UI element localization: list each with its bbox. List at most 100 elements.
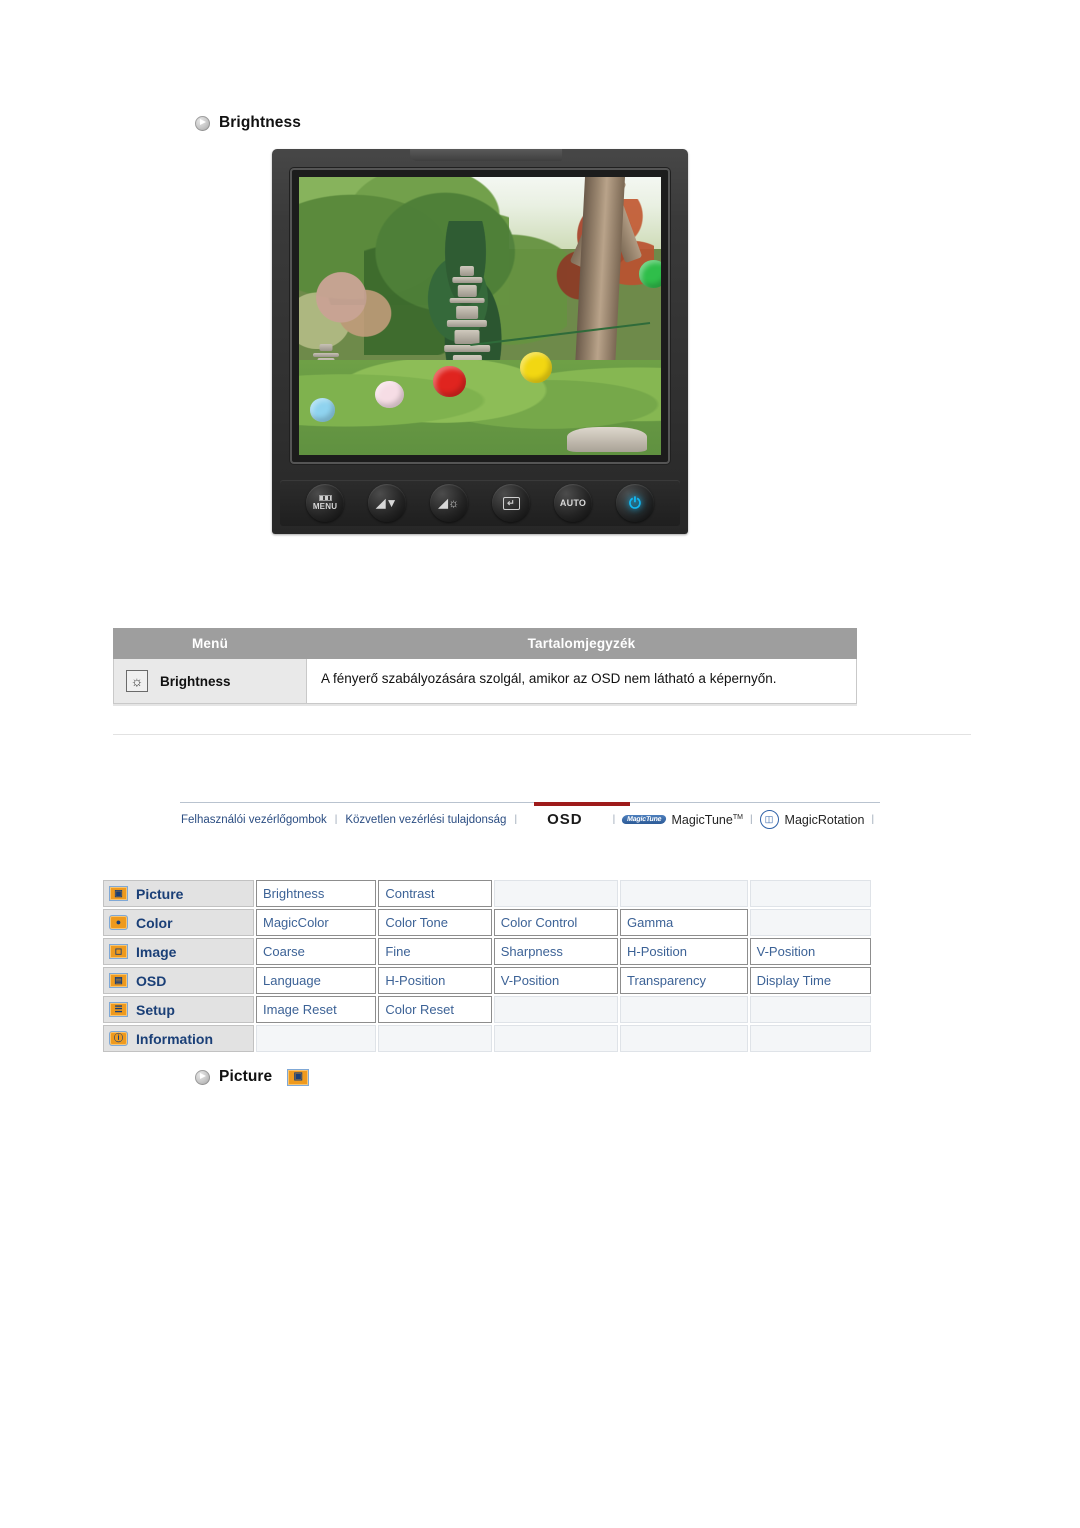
enter-arrow-icon: ↵ [502,496,520,510]
menu-item-color-reset[interactable]: Color Reset [378,996,492,1023]
menu-category-label: Information [136,1030,213,1047]
navbar-active-indicator [534,802,630,806]
nav-item-user-controls[interactable]: Felhasználói vezérlőgombok [180,814,328,826]
auto-button[interactable]: AUTO [554,484,592,522]
menu-category-osd[interactable]: ▤ OSD [103,967,254,994]
nav-separator: | [871,814,875,825]
menu-item-empty [378,1025,492,1052]
menu-item-color-tone[interactable]: Color Tone [378,909,492,936]
nav-item-osd[interactable]: OSD [546,811,584,828]
menu-item-transparency[interactable]: Transparency [620,967,748,994]
menu-item-h-position[interactable]: H-Position [378,967,492,994]
menu-button-label: MENU [312,501,338,511]
bullet-arrow-icon [195,115,210,131]
menu-item-contrast[interactable]: Contrast [378,880,492,907]
blue-lantern [309,398,336,422]
section-navbar: Felhasználói vezérlőgombok | Közvetlen v… [180,802,880,836]
brightness-description-table: Menü Tartalomjegyzék ☼ Brightness A fény… [113,628,857,704]
brightness-sun-icon: ◢☼ [438,496,460,510]
monitor-illustration: MENU ◢▼ ◢☼ ↵ AUTO ⏻ [272,149,688,534]
osd-menu-grid: ▣ Picture Brightness Contrast ● Color Ma… [101,878,873,1054]
menu-item-gamma[interactable]: Gamma [620,909,748,936]
brightness-icon: ☼ [126,670,148,692]
menu-item-empty [620,996,748,1023]
menu-item-empty [256,1025,377,1052]
menu-category-label: OSD [136,972,167,989]
power-button[interactable]: ⏻ [616,484,654,522]
picture-section-heading: Picture ▣ [195,1068,310,1086]
section-divider [113,734,971,735]
osd-icon: ▤ [109,973,128,988]
navbar-top-line [180,802,880,803]
menu-category-label: Setup [136,1001,175,1018]
menu-item-h-position[interactable]: H-Position [620,938,748,965]
picture-icon: ▣ [109,886,128,901]
menu-item-coarse[interactable]: Coarse [256,938,377,965]
menu-category-label: Color [136,914,173,931]
power-icon: ⏻ [628,494,642,512]
setup-icon: ☰ [109,1002,128,1017]
menu-item-display-time[interactable]: Display Time [749,967,871,994]
bullet-arrow-icon [195,1069,210,1085]
menu-item-empty [749,1025,871,1052]
menu-item-empty [493,1025,619,1052]
wave-down-icon: ◢▼ [376,496,398,510]
nav-separator: | [334,814,338,825]
menu-item-fine[interactable]: Fine [378,938,492,965]
nav-item-direct-control[interactable]: Közvetlen vezérlési tulajdonság [344,814,507,826]
menu-category-picture[interactable]: ▣ Picture [103,880,254,907]
menu-item-empty [620,880,748,907]
menu-item-brightness[interactable]: Brightness [256,880,377,907]
monitor-bezel [290,168,670,464]
monitor-screen [299,177,661,455]
nav-separator: | [514,814,518,825]
menu-category-information[interactable]: ⓘ Information [103,1025,254,1052]
magictune-logo-icon: MagicTune [621,815,668,824]
brightness-section-heading: Brightness [195,114,301,132]
menu-item-empty [749,880,871,907]
menu-item-empty [493,996,619,1023]
desc-header-contents: Tartalomjegyzék [306,628,857,659]
pink-lantern [375,380,404,408]
menu-button[interactable]: MENU [306,484,344,522]
menu-category-label: Picture [136,885,184,902]
nav-item-magictune-label: MagicTune [671,812,733,827]
brightness-button[interactable]: ◢☼ [430,484,468,522]
picture-icon: ▣ [287,1068,310,1086]
red-lantern [432,365,466,397]
menu-item-image-reset[interactable]: Image Reset [256,996,377,1023]
auto-button-label: AUTO [559,498,587,509]
menu-item-sharpness[interactable]: Sharpness [493,938,619,965]
menu-item-empty [749,996,871,1023]
menu-grid-row: ⓘ Information [103,1025,871,1052]
menu-item-magiccolor[interactable]: MagicColor [256,909,377,936]
menu-item-empty [620,1025,748,1052]
menu-item-empty [749,909,871,936]
menu-grid-row: ☰ Setup Image Reset Color Reset [103,996,871,1023]
menu-item-color-control[interactable]: Color Control [493,909,619,936]
menu-category-label: Image [136,943,177,960]
desc-table-header-row: Menü Tartalomjegyzék [113,628,857,659]
magicrotation-logo-icon: ◫ [759,810,779,829]
yellow-lantern [519,351,553,383]
down-button[interactable]: ◢▼ [368,484,406,522]
nav-item-magicrotation[interactable]: MagicRotation [785,813,865,827]
menu-category-image[interactable]: ◻ Image [103,938,254,965]
monitor-top-notch [410,149,563,161]
desc-header-menu: Menü [113,628,307,659]
menu-item-v-position[interactable]: V-Position [493,967,619,994]
nav-separator: | [612,814,616,825]
enter-button[interactable]: ↵ [492,484,530,522]
information-icon: ⓘ [109,1031,128,1046]
menu-item-empty [493,880,619,907]
menu-category-color[interactable]: ● Color [103,909,254,936]
menu-category-setup[interactable]: ☰ Setup [103,996,254,1023]
menu-item-language[interactable]: Language [256,967,377,994]
desc-contents-cell: A fényerő szabályozására szolgál, amikor… [306,658,857,704]
color-icon: ● [109,915,128,930]
nav-item-magictune[interactable]: MagicTuneTM [671,813,742,827]
magictune-tm-mark: TM [732,813,743,821]
monitor-control-strip: MENU ◢▼ ◢☼ ↵ AUTO ⏻ [280,480,680,526]
menu-item-v-position[interactable]: V-Position [749,938,871,965]
picture-heading-label: Picture [219,1068,273,1085]
